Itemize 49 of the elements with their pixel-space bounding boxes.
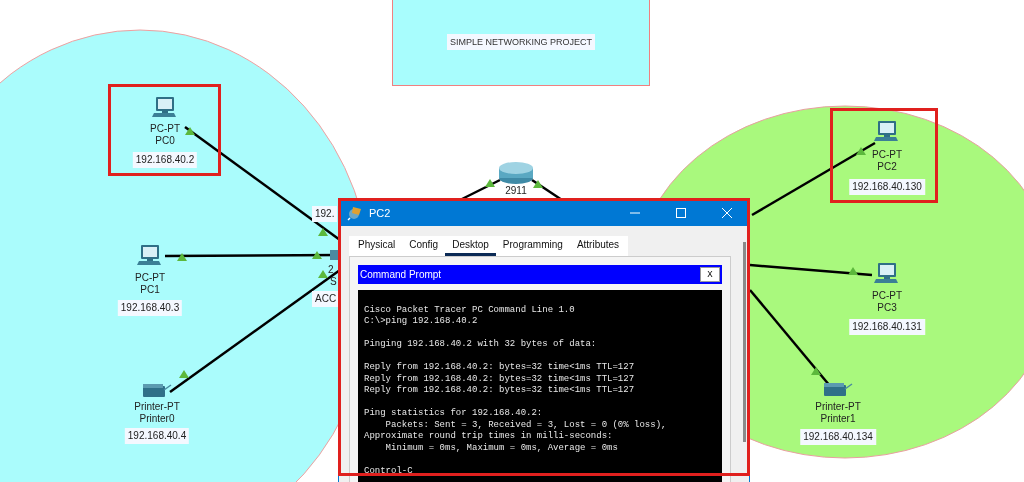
ip-label: 192.168.40.3: [117, 300, 183, 316]
device-label: Printer-PT Printer0: [134, 401, 180, 425]
tab[interactable]: Config: [402, 236, 446, 256]
device-label: PC-PT PC1: [135, 272, 165, 296]
device-label: 2: [328, 264, 334, 276]
ip-label: 192.168.40.2: [132, 152, 198, 168]
computer-icon[interactable]: [874, 263, 898, 283]
close-button[interactable]: X: [700, 267, 720, 282]
link-status-icon: [185, 127, 195, 135]
link-status-icon: [312, 251, 322, 259]
link-status-icon: [318, 228, 328, 236]
computer-icon[interactable]: [152, 97, 176, 117]
device-label: Printer-PT Printer1: [815, 401, 861, 425]
link-status-icon: [856, 147, 866, 155]
router-label: 2911: [505, 185, 527, 197]
device-label: ACC: [312, 291, 340, 307]
device-label: S: [330, 276, 337, 288]
link-status-icon: [485, 179, 495, 187]
printer-icon[interactable]: [143, 384, 172, 397]
tab[interactable]: Attributes: [569, 236, 627, 256]
link-status-icon: [848, 267, 858, 275]
ip-label: 192.168.40.130: [849, 179, 925, 195]
computer-icon[interactable]: [874, 121, 898, 141]
link-status-icon: [179, 370, 189, 378]
printer-icon[interactable]: [824, 383, 853, 396]
ip-label: 192.168.40.131: [849, 319, 925, 335]
link-status-icon: [811, 367, 821, 375]
ip-label: 192.168.40.134: [800, 429, 876, 445]
device-label: PC-PT PC2: [872, 149, 902, 173]
scrollbar[interactable]: [742, 242, 746, 442]
panel-title: Command Prompt: [360, 269, 442, 280]
link-status-icon: [177, 253, 187, 261]
computer-icon[interactable]: [137, 245, 161, 265]
app-icon: [347, 204, 363, 221]
window-title: PC2: [369, 206, 392, 219]
close-icon[interactable]: [721, 206, 733, 219]
router-icon[interactable]: [499, 162, 533, 184]
switch-icon[interactable]: [330, 250, 340, 260]
ip-label: 192.: [312, 206, 338, 222]
maximize-icon[interactable]: [675, 206, 687, 219]
tab[interactable]: Programming: [495, 236, 570, 256]
device-label: PC-PT PC3: [872, 290, 902, 314]
title-label: SIMPLE NETWORKING PROJECT: [447, 34, 595, 50]
device-label: PC-PT PC0: [150, 123, 180, 147]
link-status-icon: [533, 180, 543, 188]
ip-label: 192.168.40.4: [124, 428, 190, 444]
tab[interactable]: Physical: [351, 236, 403, 256]
link-status-icon: [318, 270, 328, 278]
terminal-output: Cisco Packet Tracer PC Command Line 1.0 C:\>ping 192.168.40.2 Pinging 192.168.40.2 with 32 bytes of data: Reply from 192.168.40.2: bytes=32 time<1ms TTL=127 Reply from 192.168.40.2: bytes=32 time<1ms TTL=127 Reply from 192.168.40.2: bytes=32 time<1ms TTL=127 Ping statistics for 192.168.40.2: Packets: Sent = 3, Received = 3, Lost = 0 (0% loss), Approximate round trip times in milli-seconds: Minimum = 0ms, Maximum = 0ms, Average = 0ms Control-C: [364, 303, 668, 477]
